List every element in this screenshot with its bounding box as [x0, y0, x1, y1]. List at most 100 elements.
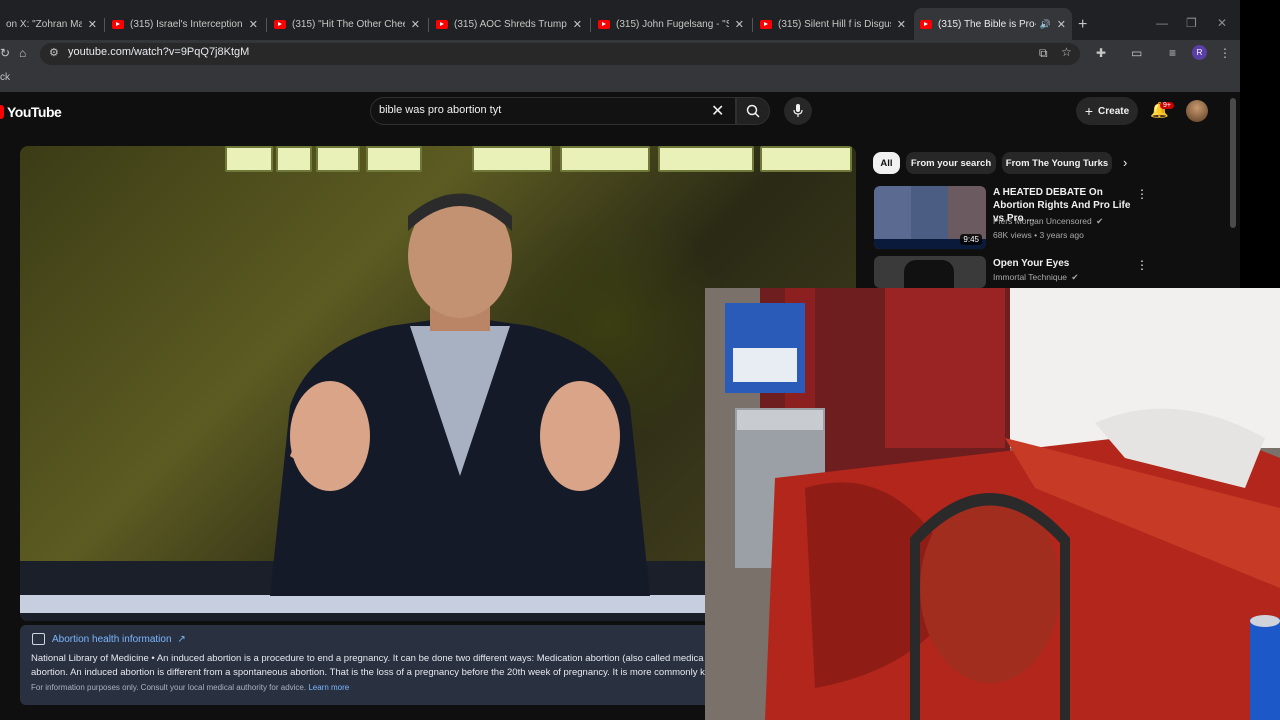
info-panel-text-line-1: National Library of Medicine • An induce… — [31, 653, 704, 664]
chip-all[interactable]: All — [873, 152, 900, 174]
restore-icon[interactable]: ❐ — [1186, 16, 1197, 30]
video-meta: 68K views • 3 years ago — [993, 230, 1084, 240]
youtube-logo[interactable]: YouTube — [0, 104, 62, 120]
chip-from-the-young-turks[interactable]: From The Young Turks — [1002, 152, 1112, 174]
bookmark-bar: ck — [0, 66, 1240, 92]
tab-active[interactable]: (315) The Bible is Pro-Abort 🔊 ✕ — [914, 8, 1072, 40]
tab-title: (315) Israel's Interception Of H — [130, 18, 243, 30]
tab-divider — [266, 18, 267, 32]
tab-title: on X: "Zohran Mamd — [6, 18, 82, 30]
close-icon[interactable]: ✕ — [897, 18, 906, 31]
set-panel — [560, 146, 650, 172]
clear-search-icon[interactable]: ✕ — [711, 101, 724, 121]
tab-title: (315) Silent Hill f is Disgusting, Y — [778, 18, 891, 30]
browser-chrome: on X: "Zohran Mamd ✕ (315) Israel's Inte… — [0, 0, 1240, 92]
tab-divider — [590, 18, 591, 32]
youtube-logo-mark — [0, 105, 4, 119]
video-title[interactable]: Open Your Eyes — [993, 257, 1133, 270]
info-panel-title[interactable]: Abortion health information ↗ — [52, 634, 186, 645]
mic-button[interactable] — [784, 97, 812, 125]
set-panel — [276, 146, 312, 172]
webcam-overlay — [705, 288, 1280, 720]
info-panel-title-text: Abortion health information — [52, 634, 172, 645]
close-icon[interactable]: ✕ — [1057, 18, 1066, 31]
external-link-icon: ↗ — [177, 634, 186, 645]
presenter-figure — [270, 193, 650, 596]
close-icon[interactable]: ✕ — [88, 18, 97, 31]
verified-icon: ✔ — [1096, 216, 1104, 226]
set-panel — [316, 146, 360, 172]
url-text[interactable]: youtube.com/watch?v=9PqQ7j8KtgM — [68, 46, 249, 58]
youtube-favicon-icon — [112, 19, 124, 29]
tab-divider — [104, 18, 105, 32]
info-panel-text-line-2: abortion. An induced abortion is differe… — [31, 667, 705, 678]
home-icon[interactable]: ⌂ — [19, 46, 26, 60]
notification-badge: 9+ — [1160, 102, 1174, 109]
channel-name-text: Immortal Technique — [993, 272, 1068, 282]
youtube-favicon-icon — [274, 19, 286, 29]
info-panel-footer: For information purposes only. Consult y… — [31, 683, 349, 692]
youtube-favicon-icon — [436, 19, 448, 29]
close-icon[interactable]: ✕ — [735, 18, 744, 31]
close-icon[interactable]: ✕ — [573, 18, 582, 31]
info-panel-disclaimer: For information purposes only. Consult y… — [31, 683, 307, 692]
learn-more-link[interactable]: Learn more — [308, 683, 349, 692]
bookmark-item[interactable]: ck — [0, 72, 10, 83]
video-thumbnail[interactable] — [874, 256, 986, 288]
tab-title: (315) The Bible is Pro-Abort — [938, 18, 1036, 30]
page-scrollbar[interactable] — [1230, 98, 1236, 228]
star-icon[interactable]: ☆ — [1061, 45, 1072, 59]
tab-1[interactable]: on X: "Zohran Mamd ✕ — [0, 8, 103, 40]
close-icon[interactable]: ✕ — [411, 18, 420, 31]
reload-icon[interactable]: ↻ — [0, 46, 10, 60]
set-panel — [225, 146, 273, 172]
tab-title: (315) "Hit The Other Cheek - I G — [292, 18, 405, 30]
mic-icon — [793, 104, 803, 117]
account-avatar[interactable] — [1186, 100, 1208, 122]
thumbnail-graphic — [904, 260, 954, 288]
create-label: Create — [1098, 105, 1130, 117]
site-info-icon[interactable]: ⚙ — [49, 46, 59, 59]
create-button[interactable]: + Create — [1076, 97, 1138, 125]
video-duration: 9:45 — [960, 234, 982, 245]
sidepanel-icon[interactable]: ▭ — [1131, 46, 1142, 60]
info-document-icon — [32, 633, 45, 645]
profile-avatar[interactable]: R — [1192, 45, 1207, 60]
audio-icon[interactable]: 🔊 — [1040, 19, 1051, 30]
install-icon[interactable]: ⧉ — [1039, 46, 1048, 61]
tab-title: (315) John Fugelsang - "Separa — [616, 18, 729, 30]
new-tab-icon[interactable]: + — [1078, 16, 1087, 34]
chip-from-your-search[interactable]: From your search — [906, 152, 996, 174]
tab-5[interactable]: (315) John Fugelsang - "Separa ✕ — [592, 8, 750, 40]
tab-2[interactable]: (315) Israel's Interception Of H ✕ — [106, 8, 264, 40]
channel-name[interactable]: Immortal Technique ✔ — [993, 272, 1079, 283]
verified-icon: ✔ — [1071, 272, 1079, 282]
search-button[interactable] — [736, 97, 770, 125]
extensions-icon[interactable]: ✚ — [1096, 46, 1106, 60]
media-control-icon[interactable]: ≡ — [1169, 46, 1176, 60]
close-icon[interactable]: ✕ — [249, 18, 258, 31]
tab-title: (315) AOC Shreds Trump As Go — [454, 18, 567, 30]
set-panel — [658, 146, 754, 172]
tab-divider — [752, 18, 753, 32]
kebab-icon[interactable]: ⋮ — [1136, 187, 1148, 201]
tab-4[interactable]: (315) AOC Shreds Trump As Go ✕ — [430, 8, 588, 40]
tab-6[interactable]: (315) Silent Hill f is Disgusting, Y ✕ — [754, 8, 912, 40]
channel-name[interactable]: Piers Morgan Uncensored ✔ — [993, 216, 1103, 227]
chevron-right-icon[interactable]: › — [1123, 155, 1127, 170]
minimize-icon[interactable]: — — [1156, 16, 1168, 30]
browser-menu-icon[interactable]: ⋮ — [1219, 46, 1231, 60]
tab-divider — [428, 18, 429, 32]
close-window-icon[interactable]: ✕ — [1217, 16, 1227, 30]
tab-strip: on X: "Zohran Mamd ✕ (315) Israel's Inte… — [0, 8, 1240, 40]
tab-3[interactable]: (315) "Hit The Other Cheek - I G ✕ — [268, 8, 426, 40]
set-panel — [760, 146, 852, 172]
channel-name-text: Piers Morgan Uncensored — [993, 216, 1092, 226]
youtube-favicon-icon — [920, 19, 932, 29]
set-panel — [472, 146, 552, 172]
video-thumbnail[interactable]: 9:45 — [874, 186, 986, 249]
search-input[interactable]: bible was pro abortion tyt — [379, 104, 501, 116]
kebab-icon[interactable]: ⋮ — [1136, 258, 1148, 272]
plus-icon: + — [1084, 103, 1094, 119]
set-panel — [366, 146, 422, 172]
